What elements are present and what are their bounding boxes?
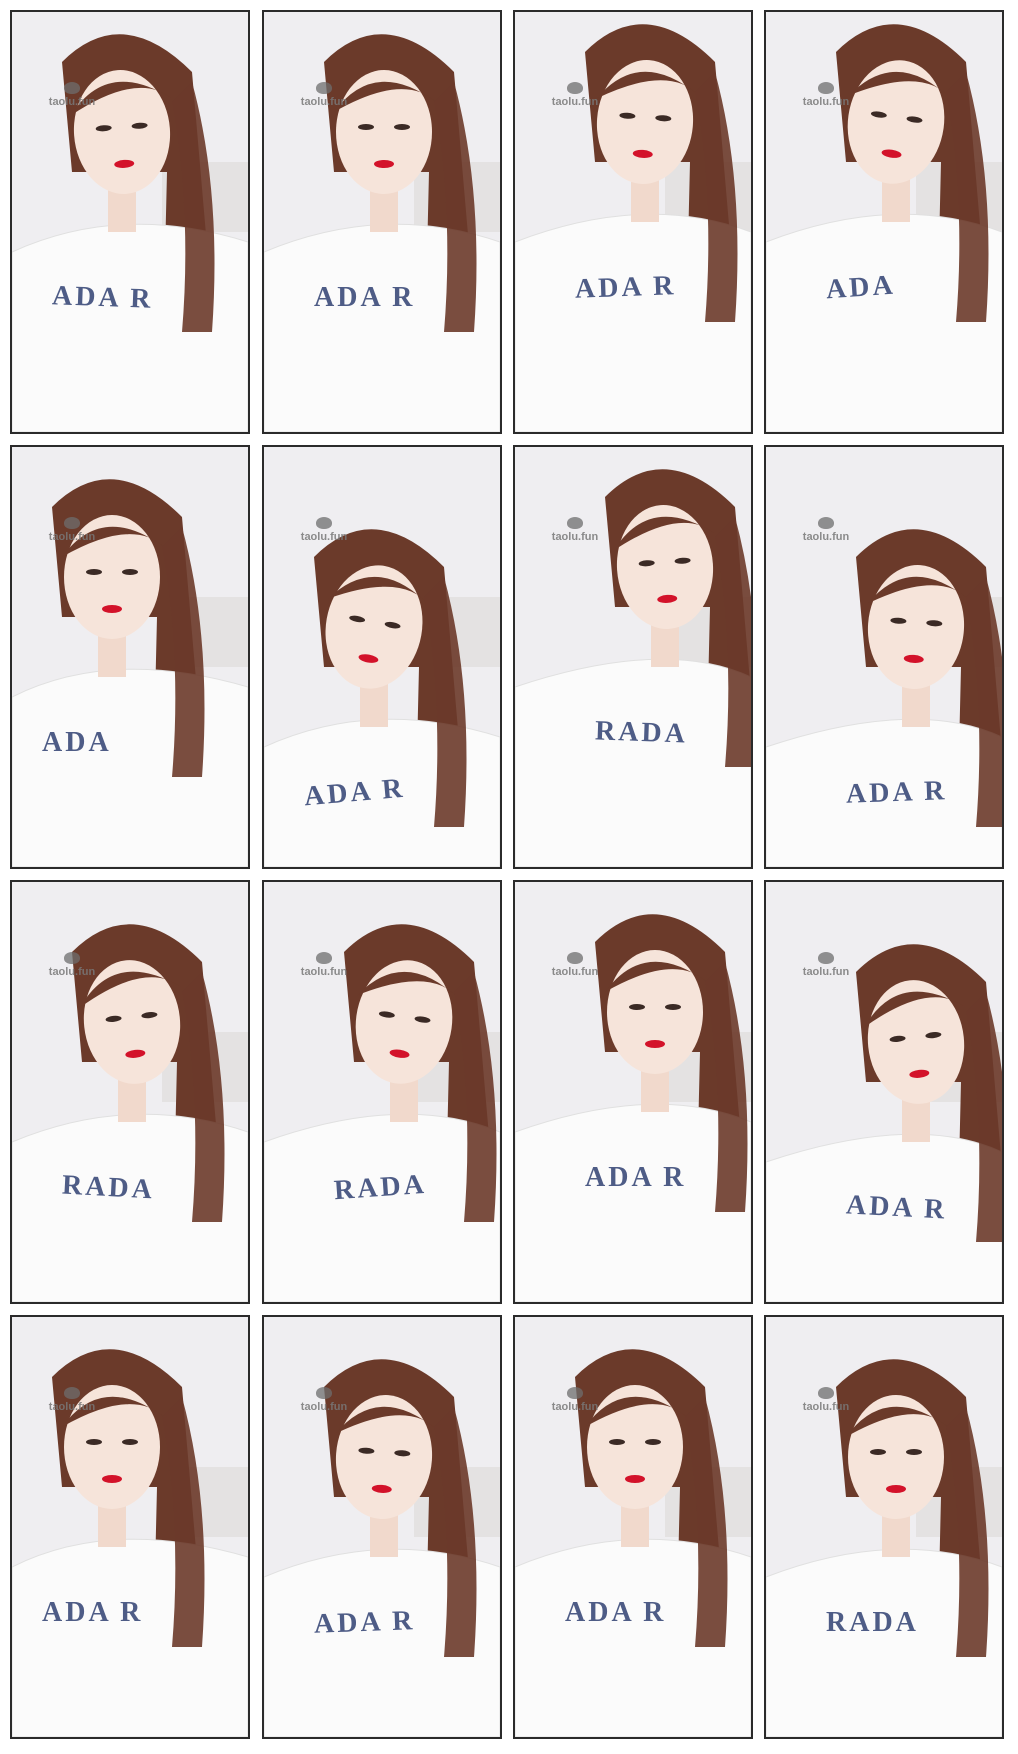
video-frame: taolu.fun ADA R bbox=[513, 880, 753, 1304]
watermark-text: taolu.fun bbox=[300, 531, 348, 543]
shirt-print-text: RADA bbox=[594, 715, 689, 750]
watermark: taolu.fun bbox=[292, 82, 356, 108]
video-frame: taolu.fun RADA bbox=[764, 1315, 1004, 1739]
video-frame: taolu.fun ADA R bbox=[262, 1315, 502, 1739]
watermark: taolu.fun bbox=[292, 952, 356, 978]
watermark: taolu.fun bbox=[543, 952, 607, 978]
watermark: taolu.fun bbox=[40, 517, 104, 543]
watermark-logo-icon bbox=[818, 1387, 834, 1399]
frame-photo bbox=[12, 1317, 248, 1737]
watermark: taolu.fun bbox=[292, 1387, 356, 1413]
shirt-print-text: ADA R bbox=[845, 1189, 949, 1226]
frame-photo bbox=[515, 1317, 751, 1737]
watermark-text: taolu.fun bbox=[802, 531, 850, 543]
watermark: taolu.fun bbox=[40, 1387, 104, 1413]
watermark: taolu.fun bbox=[40, 952, 104, 978]
watermark-logo-icon bbox=[64, 517, 80, 529]
frame-photo bbox=[12, 882, 248, 1302]
watermark-logo-icon bbox=[567, 517, 583, 529]
video-frame: taolu.fun ADA R bbox=[10, 1315, 250, 1739]
frame-photo bbox=[264, 12, 500, 432]
video-frame: taolu.fun ADA bbox=[10, 445, 250, 869]
watermark-logo-icon bbox=[567, 82, 583, 94]
watermark-text: taolu.fun bbox=[48, 96, 96, 108]
watermark: taolu.fun bbox=[794, 82, 858, 108]
video-frame: taolu.fun ADA R bbox=[513, 1315, 753, 1739]
watermark: taolu.fun bbox=[292, 517, 356, 543]
watermark-logo-icon bbox=[64, 82, 80, 94]
shirt-print-text: ADA R bbox=[565, 1597, 667, 1628]
watermark-logo-icon bbox=[818, 952, 834, 964]
shirt-print-text: ADA bbox=[824, 269, 897, 306]
watermark-logo-icon bbox=[567, 1387, 583, 1399]
watermark-text: taolu.fun bbox=[802, 1401, 850, 1413]
watermark-text: taolu.fun bbox=[48, 966, 96, 978]
watermark: taolu.fun bbox=[794, 517, 858, 543]
frame-photo bbox=[766, 12, 1002, 432]
video-frame: taolu.fun ADA R bbox=[764, 880, 1004, 1304]
shirt-print-text: ADA R bbox=[585, 1162, 687, 1193]
watermark-logo-icon bbox=[64, 1387, 80, 1399]
watermark: taolu.fun bbox=[40, 82, 104, 108]
shirt-print-text: ADA bbox=[42, 727, 112, 758]
shirt-print-text: ADA R bbox=[313, 1605, 416, 1640]
watermark-text: taolu.fun bbox=[802, 96, 850, 108]
video-frame: taolu.fun ADA bbox=[764, 10, 1004, 434]
frame-photo bbox=[766, 1317, 1002, 1737]
frame-photo bbox=[766, 882, 1002, 1302]
frame-photo bbox=[515, 882, 751, 1302]
watermark: taolu.fun bbox=[543, 1387, 607, 1413]
watermark-logo-icon bbox=[316, 517, 332, 529]
video-frame: taolu.fun ADA R bbox=[764, 445, 1004, 869]
watermark-text: taolu.fun bbox=[300, 96, 348, 108]
watermark-logo-icon bbox=[316, 1387, 332, 1399]
video-frame: taolu.fun ADA R bbox=[262, 10, 502, 434]
shirt-print-text: RADA bbox=[61, 1169, 156, 1206]
watermark-logo-icon bbox=[818, 82, 834, 94]
shirt-print-text: RADA bbox=[332, 1168, 428, 1207]
watermark-text: taolu.fun bbox=[551, 966, 599, 978]
watermark-logo-icon bbox=[64, 952, 80, 964]
watermark-text: taolu.fun bbox=[300, 966, 348, 978]
watermark-text: taolu.fun bbox=[300, 1401, 348, 1413]
watermark: taolu.fun bbox=[543, 82, 607, 108]
watermark: taolu.fun bbox=[543, 517, 607, 543]
shirt-print-text: ADA R bbox=[845, 775, 948, 810]
watermark-text: taolu.fun bbox=[48, 531, 96, 543]
frame-photo bbox=[515, 12, 751, 432]
watermark: taolu.fun bbox=[794, 1387, 858, 1413]
watermark-logo-icon bbox=[316, 82, 332, 94]
video-frame: taolu.fun ADA R bbox=[513, 10, 753, 434]
frame-photo bbox=[264, 1317, 500, 1737]
frame-photo bbox=[515, 447, 751, 867]
watermark-text: taolu.fun bbox=[802, 966, 850, 978]
shirt-print-text: ADA R bbox=[42, 1597, 144, 1628]
watermark-logo-icon bbox=[567, 952, 583, 964]
video-frame: taolu.fun ADA R bbox=[10, 10, 250, 434]
watermark-text: taolu.fun bbox=[551, 96, 599, 108]
shirt-print-text: ADA R bbox=[574, 270, 677, 305]
watermark-logo-icon bbox=[818, 517, 834, 529]
video-frame: taolu.fun ADA R bbox=[262, 445, 502, 869]
frame-photo bbox=[264, 882, 500, 1302]
watermark: taolu.fun bbox=[794, 952, 858, 978]
frame-photo bbox=[12, 447, 248, 867]
contact-sheet: taolu.fun ADA R taolu.fun ADA R taolu.fun ADA… bbox=[0, 0, 1018, 1754]
shirt-print-text: ADA R bbox=[51, 280, 154, 315]
frame-photo bbox=[12, 12, 248, 432]
watermark-text: taolu.fun bbox=[551, 531, 599, 543]
shirt-print-text: RADA bbox=[826, 1607, 919, 1638]
video-frame: taolu.fun RADA bbox=[10, 880, 250, 1304]
video-frame: taolu.fun RADA bbox=[262, 880, 502, 1304]
watermark-text: taolu.fun bbox=[551, 1401, 599, 1413]
watermark-text: taolu.fun bbox=[48, 1401, 96, 1413]
shirt-print-text: ADA R bbox=[314, 282, 416, 313]
video-frame: taolu.fun RADA bbox=[513, 445, 753, 869]
watermark-logo-icon bbox=[316, 952, 332, 964]
